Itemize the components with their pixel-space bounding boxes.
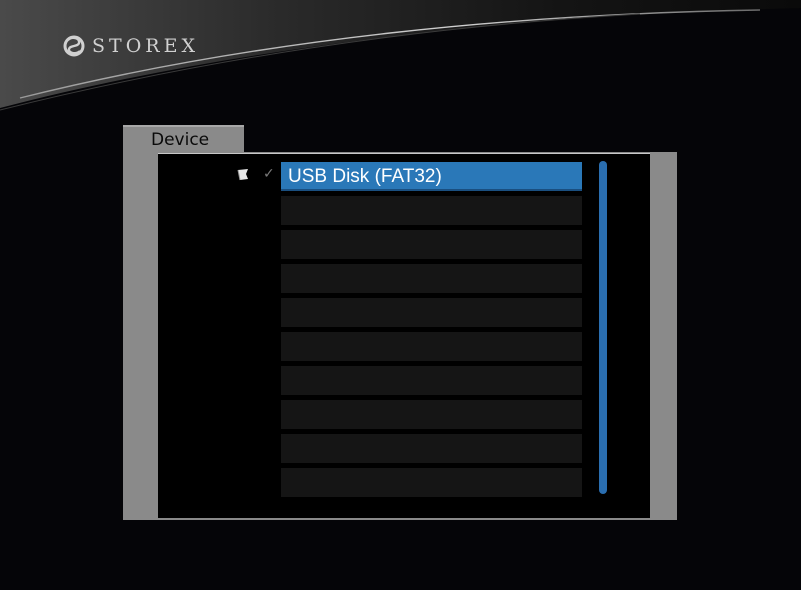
scrollbar-thumb[interactable] [599, 161, 607, 494]
folder-icon [237, 169, 248, 181]
check-icon: ✓ [263, 166, 275, 182]
storex-logo-icon [63, 35, 85, 57]
brand-logo: STOREX [62, 34, 199, 58]
device-list-item[interactable] [281, 366, 582, 395]
scrollbar[interactable] [599, 161, 607, 494]
device-list-item[interactable] [281, 434, 582, 463]
tab-device[interactable]: Device [123, 125, 244, 155]
device-list-item[interactable] [281, 298, 582, 327]
device-list-item[interactable] [281, 332, 582, 361]
device-list-item[interactable] [281, 230, 582, 259]
device-list-item[interactable]: USB Disk (FAT32) [281, 162, 582, 191]
media-player-screen: STOREX Device ✓ USB Disk (FAT32) [0, 0, 801, 590]
brand-name: STOREX [92, 35, 199, 57]
device-list: USB Disk (FAT32) [281, 162, 582, 502]
header-swoosh [0, 0, 801, 111]
device-list-item[interactable] [281, 264, 582, 293]
device-list-item[interactable] [281, 196, 582, 225]
tab-device-label: Device [151, 130, 210, 150]
device-list-item[interactable] [281, 468, 582, 497]
device-list-item[interactable] [281, 400, 582, 429]
